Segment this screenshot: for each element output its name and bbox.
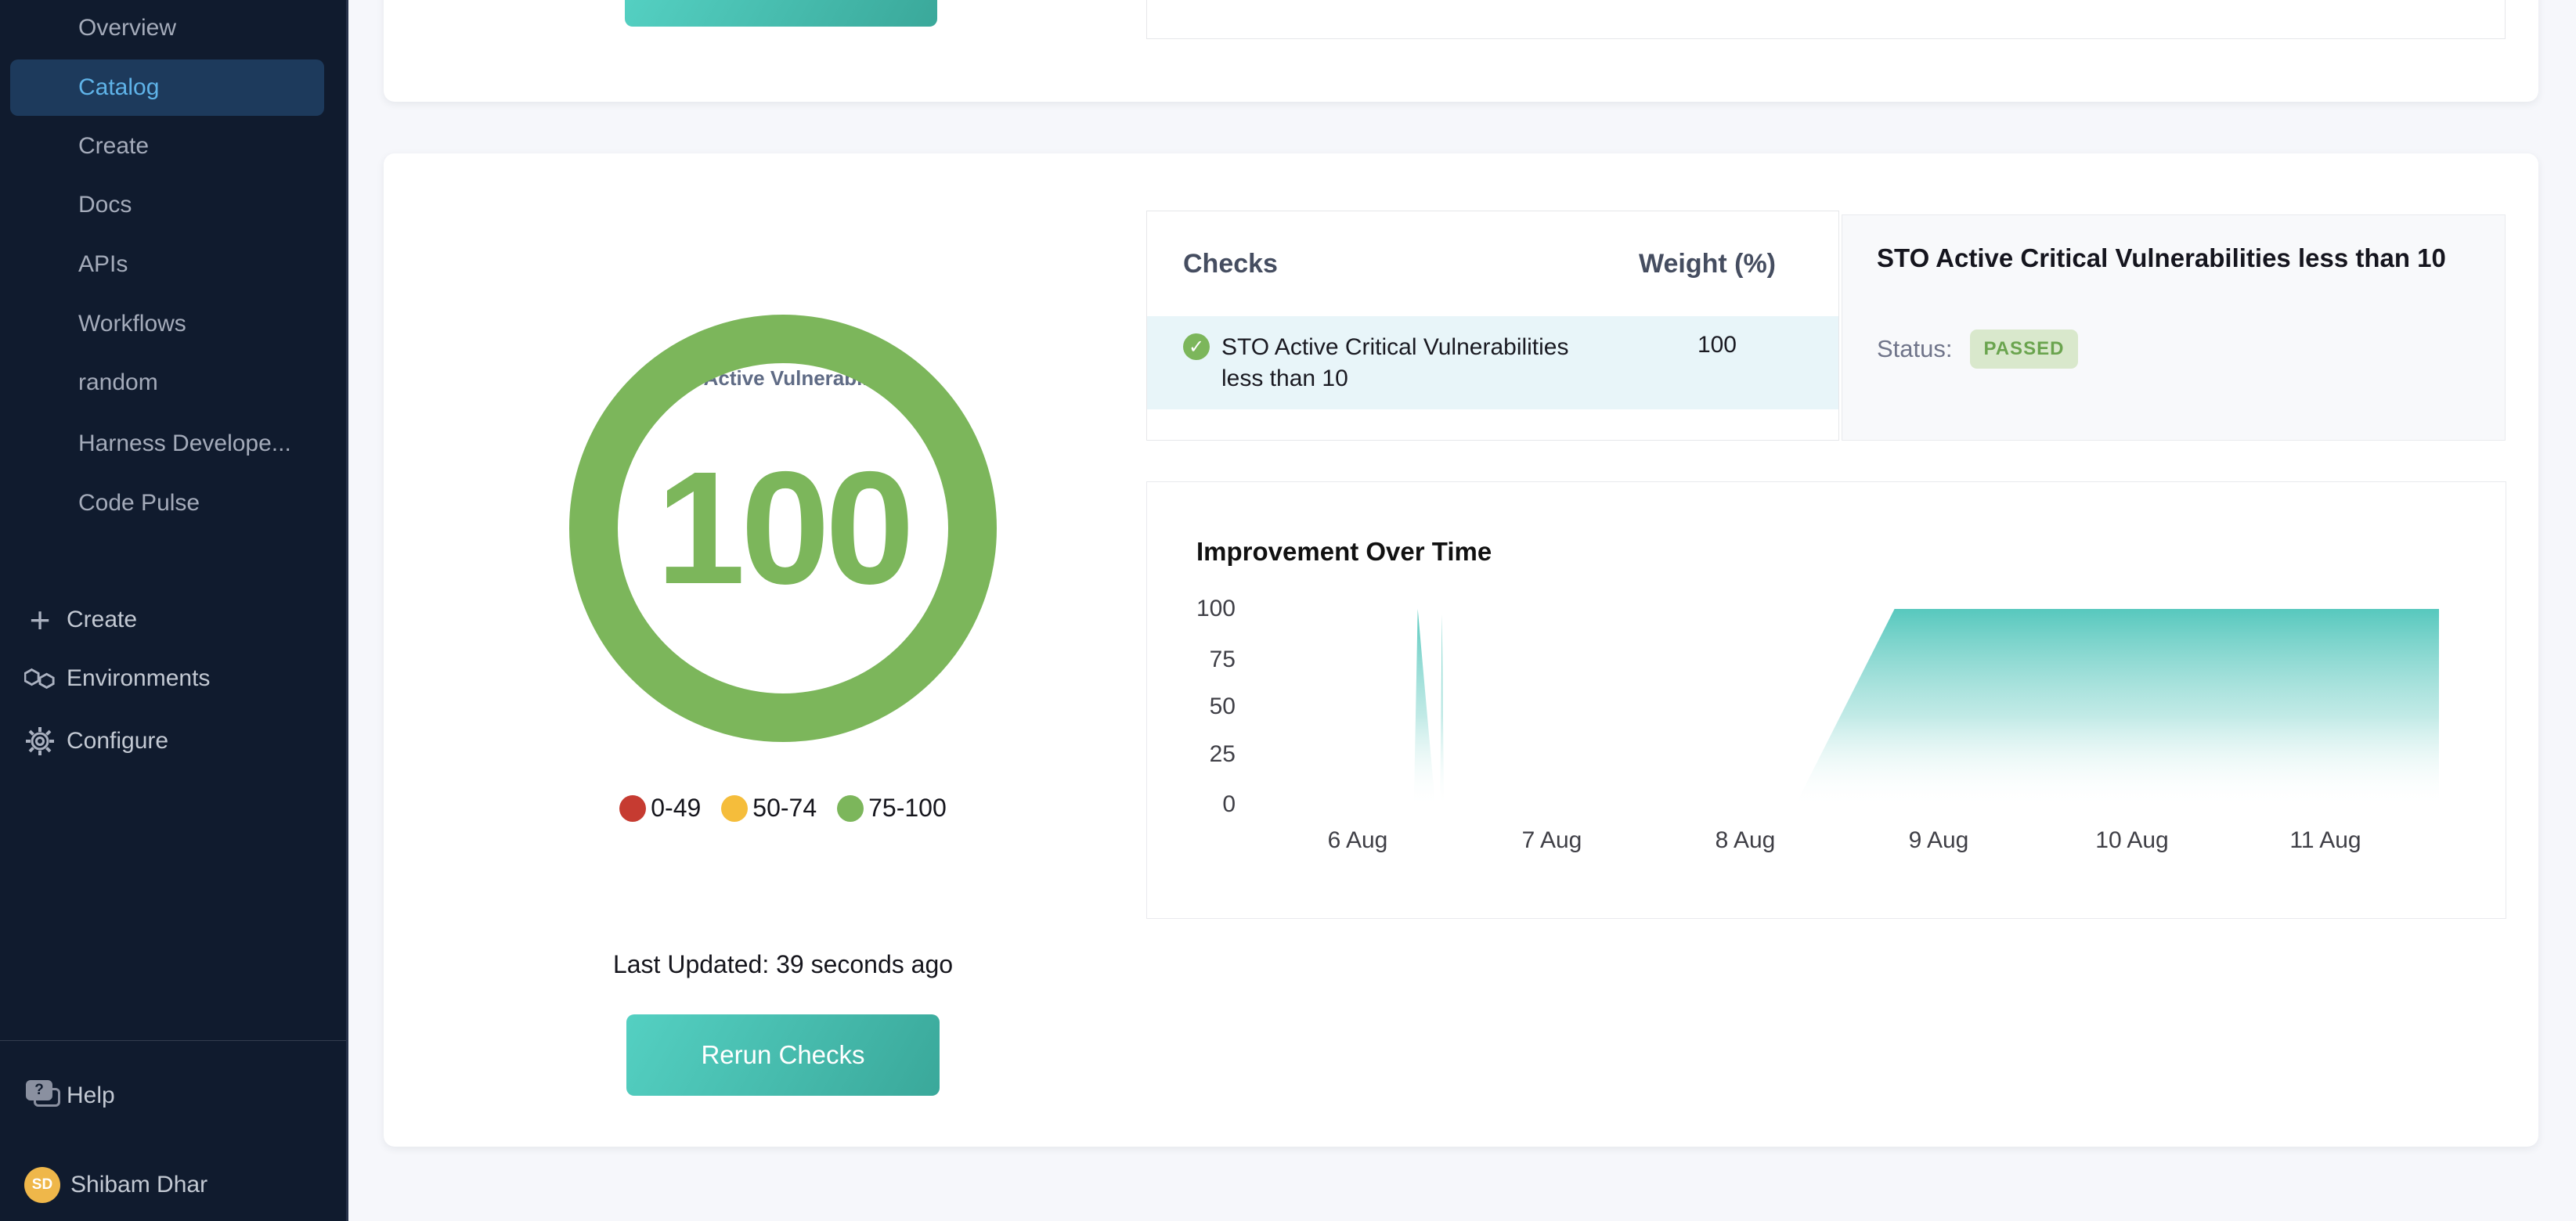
y-axis-tick: 25	[1149, 741, 1236, 768]
x-axis-tick: 6 Aug	[1328, 827, 1388, 854]
y-axis-tick: 100	[1149, 596, 1236, 622]
sidebar-item-random[interactable]: random	[0, 355, 348, 411]
check-passed-icon: ✓	[1183, 333, 1210, 360]
status-label: Status:	[1877, 335, 1953, 363]
y-axis-tick: 75	[1149, 647, 1236, 673]
x-axis-tick: 8 Aug	[1716, 827, 1776, 854]
improvement-chart-panel: Improvement Over Time 100 75 50 25 0 6 A…	[1146, 481, 2506, 919]
x-axis-tick: 11 Aug	[2289, 827, 2361, 854]
sidebar-item-overview[interactable]: Overview	[0, 0, 348, 56]
weight-column-header: Weight (%)	[1639, 249, 1776, 279]
sidebar-item-label: Code Pulse	[78, 490, 200, 517]
check-name: STO Active Critical Vulnerabilities less…	[1221, 332, 1589, 394]
help-chat-icon: ?	[26, 1080, 60, 1111]
sidebar-item-apis[interactable]: APIs	[0, 236, 348, 293]
rerun-checks-button[interactable]: Rerun Checks	[626, 1014, 940, 1096]
x-axis-tick: 9 Aug	[1909, 827, 1969, 854]
legend-label: 75-100	[868, 794, 947, 823]
score-gauge: 100	[569, 315, 997, 742]
checks-column-header: Checks	[1183, 249, 1278, 279]
checks-table: Checks Weight (%) ✓ STO Active Critical …	[1146, 211, 1839, 441]
gear-icon	[24, 726, 56, 757]
sidebar-action-create[interactable]: + Create	[0, 592, 348, 648]
scorecard-card: STO Active Vulnerabilities 100 0-49 50-7…	[384, 153, 2538, 1147]
check-detail-panel: STO Active Critical Vulnerabilities less…	[1842, 214, 2506, 441]
sidebar-action-environments[interactable]: Environments	[0, 650, 348, 707]
help-label: Help	[67, 1082, 115, 1109]
sidebar: Overview Catalog Create Docs APIs Workfl…	[0, 0, 348, 1221]
sidebar-item-label: Catalog	[78, 74, 159, 101]
sidebar-item-label: APIs	[78, 251, 128, 278]
score-value: 100	[656, 436, 910, 621]
sidebar-action-label: Environments	[67, 665, 210, 692]
plus-icon: +	[24, 604, 56, 636]
y-axis-tick: 50	[1149, 693, 1236, 720]
sidebar-item-label: Docs	[78, 192, 132, 218]
avatar: SD	[24, 1167, 60, 1203]
hexagons-icon	[24, 663, 56, 694]
sidebar-item-label: Workflows	[78, 311, 186, 337]
status-row: Status: PASSED	[1877, 330, 2078, 369]
check-weight: 100	[1697, 332, 1838, 358]
sidebar-item-create[interactable]: Create	[0, 118, 348, 175]
table-row[interactable]: ✓ STO Active Critical Vulnerabilities le…	[1147, 316, 1838, 409]
sidebar-item-label: Harness Develope...	[78, 430, 291, 457]
sidebar-divider	[0, 1040, 346, 1041]
sidebar-item-workflows[interactable]: Workflows	[0, 296, 348, 352]
sidebar-action-configure[interactable]: Configure	[0, 713, 348, 769]
x-axis-tick: 7 Aug	[1522, 827, 1582, 854]
user-menu[interactable]: SD Shibam Dhar	[0, 1157, 348, 1213]
legend-item-high: 75-100	[837, 794, 947, 823]
legend-dot-green	[837, 795, 864, 822]
y-axis-tick: 0	[1149, 791, 1236, 818]
previous-checks-table-bottom	[1146, 0, 2506, 39]
area-chart	[1260, 609, 2452, 805]
sidebar-item-harness-developer[interactable]: Harness Develope...	[0, 416, 348, 472]
legend-dot-yellow	[721, 795, 748, 822]
sidebar-item-docs[interactable]: Docs	[0, 177, 348, 233]
sidebar-item-label: Overview	[78, 15, 176, 41]
status-badge: PASSED	[1970, 330, 2079, 369]
chart-title: Improvement Over Time	[1196, 537, 1492, 567]
user-name: Shibam Dhar	[70, 1172, 207, 1198]
last-updated-text: Last Updated: 39 seconds ago	[470, 950, 1096, 979]
legend-label: 50-74	[752, 794, 817, 823]
sidebar-item-code-pulse[interactable]: Code Pulse	[0, 475, 348, 531]
sidebar-action-label: Configure	[67, 728, 168, 755]
legend-item-low: 0-49	[619, 794, 701, 823]
area-series	[1414, 609, 2439, 805]
score-legend: 0-49 50-74 75-100	[470, 794, 1096, 823]
legend-dot-red	[619, 795, 646, 822]
previous-scorecard-card	[384, 0, 2538, 102]
sidebar-action-label: Create	[67, 607, 137, 633]
sidebar-item-label: random	[78, 369, 158, 396]
sidebar-item-label: Create	[78, 133, 149, 160]
legend-item-mid: 50-74	[721, 794, 817, 823]
sidebar-help[interactable]: ? Help	[0, 1068, 348, 1124]
checks-table-header: Checks Weight (%)	[1147, 211, 1838, 316]
previous-rerun-checks-button[interactable]	[625, 0, 937, 27]
legend-label: 0-49	[651, 794, 701, 823]
x-axis-tick: 10 Aug	[2095, 827, 2168, 854]
check-detail-title: STO Active Critical Vulnerabilities less…	[1877, 243, 2488, 273]
sidebar-item-catalog[interactable]: Catalog	[10, 59, 324, 116]
